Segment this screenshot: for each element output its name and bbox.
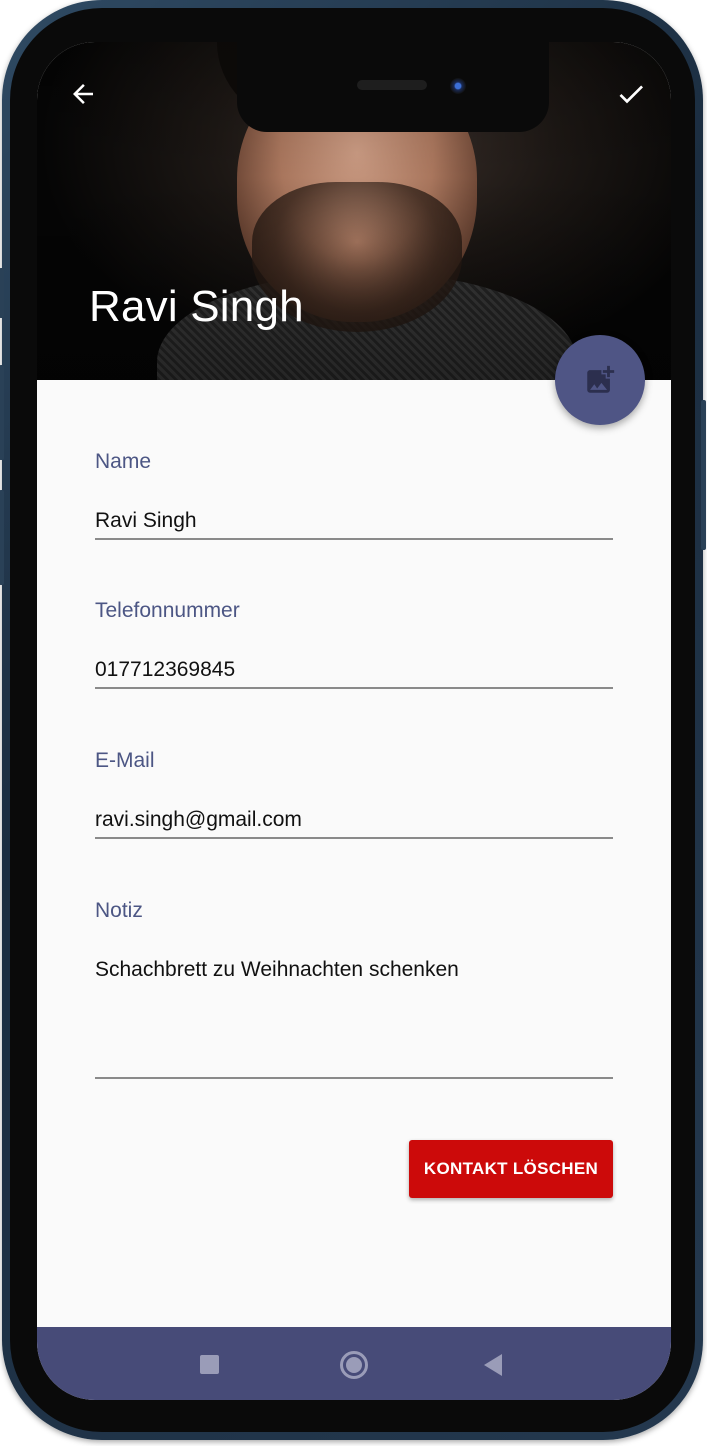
email-field[interactable]: E-Mail ravi.singh@gmail.com xyxy=(95,749,613,841)
add-photo-icon xyxy=(587,365,615,393)
earpiece-speaker xyxy=(357,80,427,90)
side-button-silent xyxy=(0,268,4,318)
delete-contact-button[interactable]: KONTAKT LÖSCHEN xyxy=(409,1140,613,1198)
name-input[interactable]: Ravi Singh xyxy=(95,509,197,533)
phone-label: Telefonnummer xyxy=(95,599,240,622)
name-underline xyxy=(95,538,613,540)
phone-field[interactable]: Telefonnummer 017712369845 xyxy=(95,599,613,691)
triangle-back-icon[interactable] xyxy=(484,1354,502,1376)
email-underline xyxy=(95,837,613,839)
back-button[interactable] xyxy=(61,72,105,116)
front-camera xyxy=(450,78,466,94)
email-input[interactable]: ravi.singh@gmail.com xyxy=(95,808,302,832)
phone-underline xyxy=(95,687,613,689)
name-label: Name xyxy=(95,450,152,473)
note-label: Notiz xyxy=(95,899,143,922)
square-icon[interactable] xyxy=(200,1355,219,1374)
system-navigation-bar xyxy=(37,1327,671,1400)
name-field[interactable]: Name Ravi Singh xyxy=(95,450,613,542)
home-button-inner xyxy=(346,1357,362,1373)
check-icon xyxy=(619,85,643,104)
phone-input[interactable]: 017712369845 xyxy=(95,658,235,682)
side-button-volume-down xyxy=(0,490,4,585)
app-screen: Ravi Singh Name Ravi Singh Telefonnummer… xyxy=(37,42,671,1400)
note-input[interactable]: Schachbrett zu Weihnachten schenken xyxy=(95,958,459,982)
side-button-power xyxy=(701,400,706,550)
side-button-volume-up xyxy=(0,365,4,460)
change-photo-button[interactable] xyxy=(555,335,645,425)
save-button[interactable] xyxy=(609,72,653,116)
arrow-left-icon xyxy=(73,84,93,104)
note-underline xyxy=(95,1077,613,1079)
circle-icon[interactable] xyxy=(340,1351,368,1379)
email-label: E-Mail xyxy=(95,749,155,772)
contact-name-title: Ravi Singh xyxy=(89,282,304,331)
note-field[interactable]: Notiz Schachbrett zu Weihnachten schenke… xyxy=(95,899,613,1081)
